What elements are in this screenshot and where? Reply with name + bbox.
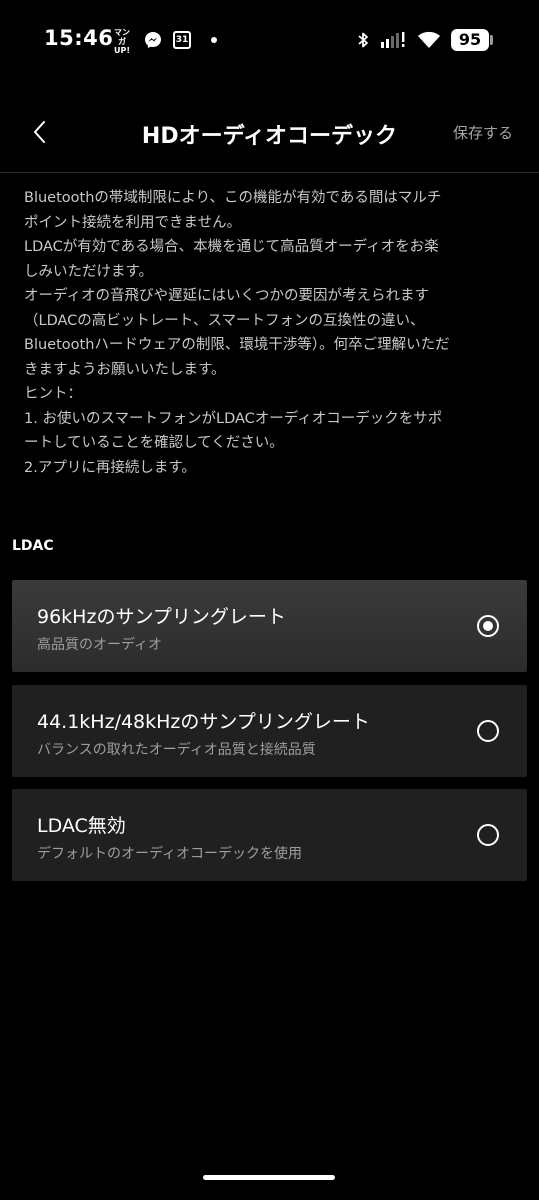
header-bar: HDオーディオコーデック 保存する [0, 96, 539, 173]
description-line: Bluetoothの帯域制限により、この機能が有効である間はマルチ [24, 190, 442, 206]
status-bar: 15:46 マンガ UP! 31 95 [0, 0, 539, 80]
option-title: 96kHzのサンプリングレート [37, 606, 286, 628]
description-line: ポイント接続を利用できません。 [24, 214, 242, 231]
notification-dot-icon [211, 37, 217, 43]
messenger-icon [144, 31, 162, 53]
description-line: 2.アプリに再接続します。 [24, 459, 196, 476]
signal-icon [380, 31, 408, 53]
option-ldac-disabled[interactable]: LDAC無効 デフォルトのオーディオコーデックを使用 [12, 789, 527, 881]
option-44-48khz[interactable]: 44.1kHz/48kHzのサンプリングレート バランスの取れたオーディオ品質と… [12, 685, 527, 777]
home-indicator[interactable] [203, 1175, 335, 1180]
option-subtitle: バランスの取れたオーディオ品質と接続品質 [37, 742, 316, 758]
radio-unselected-icon[interactable] [477, 824, 499, 846]
radio-unselected-icon[interactable] [477, 720, 499, 742]
option-title: LDAC無効 [37, 815, 126, 837]
save-button[interactable]: 保存する [453, 122, 513, 143]
description-line: 1. お使いのスマートフォンがLDACオーディオコーデックをサポ [24, 410, 443, 427]
description-line: オーディオの音飛びや遅延にはいくつかの要因が考えられます [24, 288, 429, 304]
description-line: しみいただけます。 [24, 263, 154, 280]
option-subtitle: 高品質のオーディオ [37, 637, 163, 653]
description-text: Bluetoothの帯域制限により、この機能が有効である間はマルチ ポイント接続… [24, 186, 520, 480]
description-line: LDACが有効である場合、本機を通じて高品質オーディオをお楽 [24, 239, 439, 255]
radio-dot [483, 621, 493, 631]
description-line: （LDACの高ビットレート、スマートフォンの互換性の違い、 [24, 312, 425, 329]
battery-tip [490, 35, 493, 45]
status-time: 15:46 [44, 26, 114, 50]
description-line: ートしていることを確認してください。 [24, 435, 284, 451]
description-line: ヒント： [24, 386, 82, 402]
option-title: 44.1kHz/48kHzのサンプリングレート [37, 711, 370, 733]
section-label-ldac: LDAC [12, 538, 54, 554]
manga-up-icon: マンガ UP! [113, 28, 130, 55]
radio-selected-icon[interactable] [477, 615, 499, 637]
option-subtitle: デフォルトのオーディオコーデックを使用 [37, 846, 303, 862]
calendar-icon: 31 [173, 31, 191, 49]
description-line: Bluetoothハードウェアの制限、環境干渉等）。何卒ご理解いただ [24, 337, 450, 353]
battery-icon: 95 [451, 29, 489, 51]
description-line: きますようお願いいたします。 [24, 361, 226, 378]
wifi-icon [417, 30, 441, 54]
bluetooth-icon [356, 31, 370, 53]
option-96khz[interactable]: 96kHzのサンプリングレート 高品質のオーディオ [12, 580, 527, 672]
